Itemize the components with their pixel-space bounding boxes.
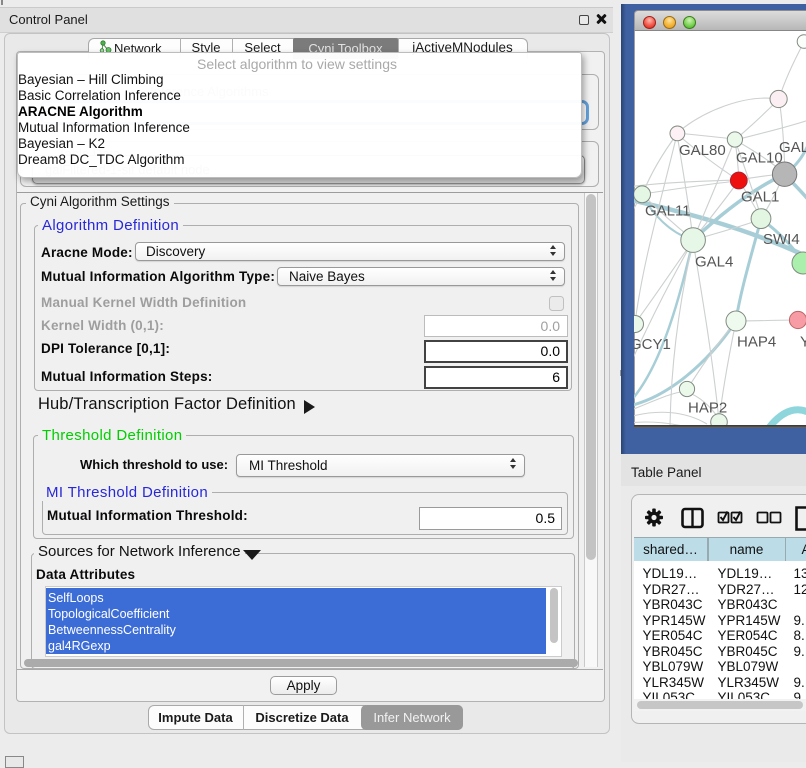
svg-text:GAL80: GAL80 <box>679 142 726 159</box>
svg-text:GAL11: GAL11 <box>645 203 691 220</box>
svg-text:HAP4: HAP4 <box>737 334 776 351</box>
svg-text:HAP2: HAP2 <box>688 400 727 417</box>
svg-text:YJ: YJ <box>800 334 806 351</box>
svg-text:GCY1: GCY1 <box>634 336 671 353</box>
svg-text:GAL1: GAL1 <box>741 189 779 206</box>
svg-text:GAL4: GAL4 <box>695 254 733 271</box>
svg-text:GAL10: GAL10 <box>736 150 783 167</box>
svg-text:GAL7: GAL7 <box>779 139 806 156</box>
svg-text:SWI4: SWI4 <box>763 231 800 248</box>
